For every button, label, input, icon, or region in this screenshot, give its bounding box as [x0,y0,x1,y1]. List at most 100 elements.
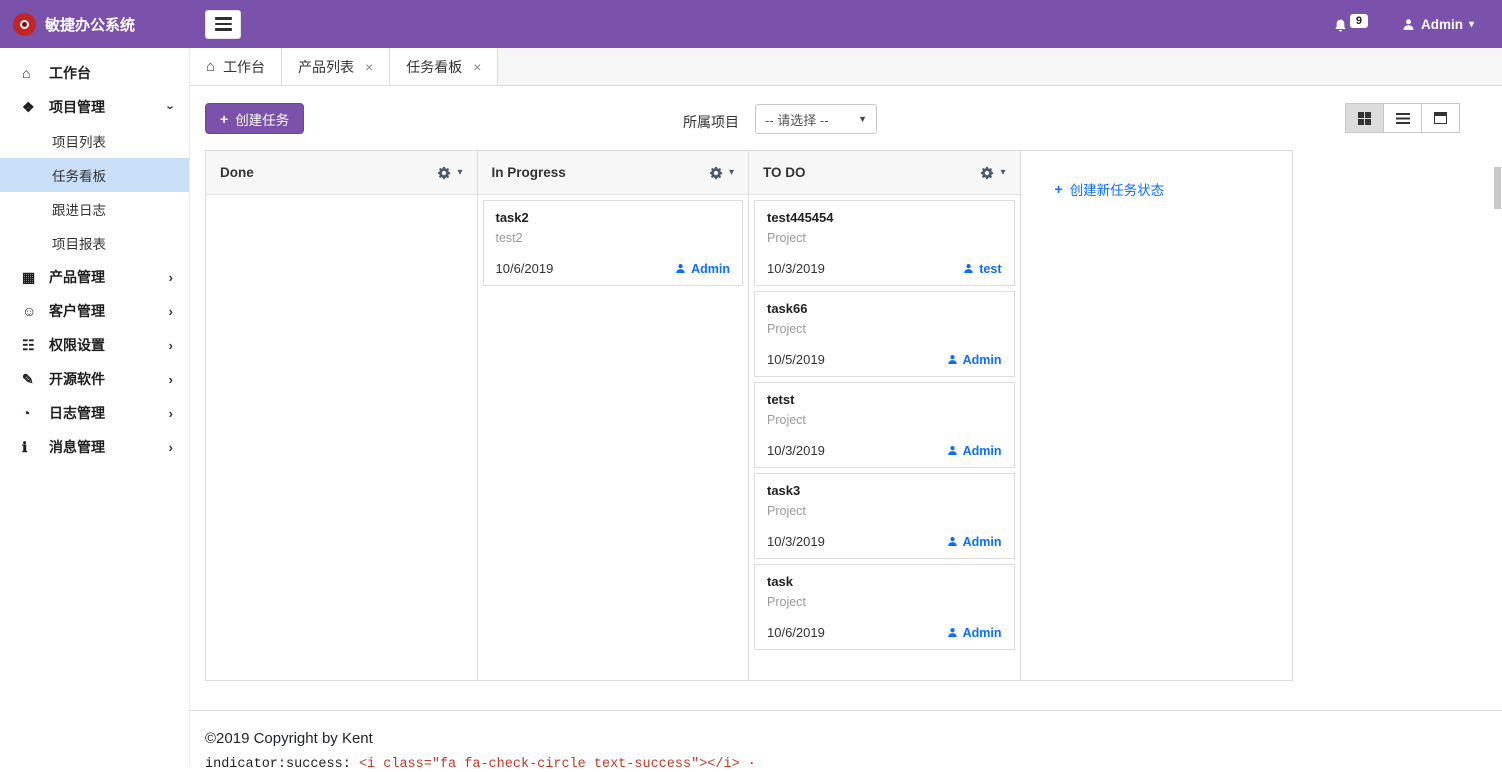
chevron-right-icon: › [168,269,173,285]
board-column-done: Done ▾ [206,151,478,680]
task-date: 10/5/2019 [767,352,825,367]
sidebar-subitem-follow-log[interactable]: 跟进日志 [0,192,189,226]
task-assignee[interactable]: Admin [947,626,1002,640]
calendar-view-button[interactable] [1421,103,1460,133]
software-icon: ✎ [22,370,34,387]
project-select[interactable]: -- 请选择 -- ▼ [755,104,877,134]
board-column-in-progress: In Progress ▾ task2 test2 10/6/2019 Admin [477,151,749,680]
sidebar-item-opensource[interactable]: ✎ 开源软件 › [0,362,189,396]
task-card[interactable]: task Project 10/6/2019 Admin [754,564,1015,650]
board-column-to-do: TO DO ▾ test445454 Project 10/3/2019 test task… [749,151,1021,680]
notifications-button[interactable]: 9 [1333,14,1368,34]
project-icon: ❖ [22,98,35,115]
bell-icon [1335,19,1346,32]
plus-icon: + [220,110,229,127]
sidebar-subitem-task-board[interactable]: 任务看板 [0,158,189,192]
log-icon: ◔ [22,405,31,421]
close-icon[interactable]: × [473,59,481,75]
task-assignee[interactable]: Admin [675,262,730,276]
column-header: TO DO ▾ [749,151,1020,195]
board-column-add-status: + 创建新任务状态 [1021,151,1293,680]
column-settings[interactable]: ▾ [709,166,734,180]
task-card[interactable]: tetst Project 10/3/2019 Admin [754,382,1015,468]
task-card[interactable]: task66 Project 10/5/2019 Admin [754,291,1015,377]
column-header: Done ▾ [206,151,477,195]
sidebar-item-project[interactable]: ❖ 项目管理 › [0,90,189,124]
sidebar-item-permission[interactable]: ☷ 权限设置 › [0,328,189,362]
sidebar-item-message[interactable]: ℹ 消息管理 › [0,430,189,464]
tab-label: 工作台 [223,58,266,75]
notification-badge: 9 [1349,14,1368,28]
topbar-right: 9 Admin ▾ [1333,14,1502,34]
chevron-down-icon: ▾ [728,167,734,178]
close-icon[interactable]: × [365,59,373,75]
task-date: 10/6/2019 [767,625,825,640]
task-date: 10/3/2019 [767,534,825,549]
sidebar-item-customer[interactable]: ☺ 客户管理 › [0,294,189,328]
task-title: tetst [767,392,795,407]
user-icon [964,264,974,274]
sidebar-item-label: 项目管理 [49,99,105,115]
task-assignee[interactable]: test [963,261,1002,276]
copyright-text: ©2019 Copyright by Kent [205,730,373,747]
task-project: Project [767,595,806,609]
task-assignee[interactable]: Admin [947,353,1002,367]
sidebar-item-label: 权限设置 [49,337,105,353]
user-icon [1403,18,1414,30]
chevron-down-icon: ▾ [1000,167,1006,178]
tab-product-list[interactable]: 产品列表 × [282,48,391,85]
add-status-link[interactable]: + 创建新任务状态 [1021,151,1293,199]
list-view-button[interactable] [1383,103,1422,133]
chevron-right-icon: › [168,371,173,387]
chevron-right-icon: › [168,303,173,319]
task-project: Project [767,231,806,245]
column-title: In Progress [491,165,566,180]
task-card[interactable]: task3 Project 10/3/2019 Admin [754,473,1015,559]
gear-icon[interactable] [980,166,994,180]
column-title: TO DO [763,165,806,180]
tab-workbench[interactable]: ⌂ 工作台 [190,48,283,85]
gear-icon[interactable] [709,166,723,180]
chevron-right-icon: › [168,405,173,421]
task-card[interactable]: test445454 Project 10/3/2019 test [754,200,1015,286]
sidebar: ⌂ 工作台 ❖ 项目管理 › 项目列表 任务看板 跟进日志 项目报表 ▦ 产品管理 › ☺ 客户管理 › ☷ 权… [0,48,190,765]
tab-task-board[interactable]: 任务看板 × [390,48,499,85]
brand[interactable]: 敏捷办公系统 [0,12,190,36]
sidebar-item-log[interactable]: ◔ 日志管理 › [0,396,189,430]
task-card[interactable]: task2 test2 10/6/2019 Admin [482,200,743,286]
chevron-down-icon: ▾ [457,167,463,178]
column-settings[interactable]: ▾ [980,166,1006,180]
grid-view-button[interactable] [1345,103,1384,133]
column-title: Done [220,165,254,180]
task-date: 10/3/2019 [767,261,825,276]
assignee-name: Admin [962,352,1002,367]
column-settings[interactable]: ▾ [437,166,463,180]
chevron-down-icon: ▾ [1468,18,1474,30]
plus-icon: + [1054,181,1063,197]
task-assignee[interactable]: Admin [947,535,1002,549]
sidebar-toggle-button[interactable] [205,9,241,39]
user-icon [676,264,685,274]
user-menu[interactable]: Admin ▾ [1402,17,1474,32]
list-icon [1395,112,1410,124]
create-task-button[interactable]: + 创建任务 [205,103,305,134]
sidebar-subitem-project-list[interactable]: 项目列表 [0,124,189,158]
gear-icon[interactable] [437,166,451,180]
assignee-name: test [979,261,1002,276]
scrollbar-thumb[interactable] [1494,167,1501,209]
chevron-down-icon: › [163,104,179,110]
add-status-label: 创建新任务状态 [1069,183,1165,198]
user-icon [947,628,957,638]
chevron-right-icon: › [168,439,173,455]
kanban-board: Done ▾ In Progress ▾ task2 test2 10/6/2019 Admi… [205,150,1293,681]
task-project: Project [767,504,806,518]
toolbar: + 创建任务 所属项目 -- 请选择 -- ▼ [190,86,1502,150]
calendar-icon [1434,112,1447,124]
user-name: Admin [1420,16,1463,32]
column-body: test445454 Project 10/3/2019 test task66 Proj… [749,195,1020,680]
tab-label: 任务看板 [406,58,463,75]
sidebar-item-workbench[interactable]: ⌂ 工作台 [0,56,189,90]
sidebar-item-product[interactable]: ▦ 产品管理 › [0,260,189,294]
sidebar-subitem-project-report[interactable]: 项目报表 [0,226,189,260]
task-assignee[interactable]: Admin [947,444,1002,458]
